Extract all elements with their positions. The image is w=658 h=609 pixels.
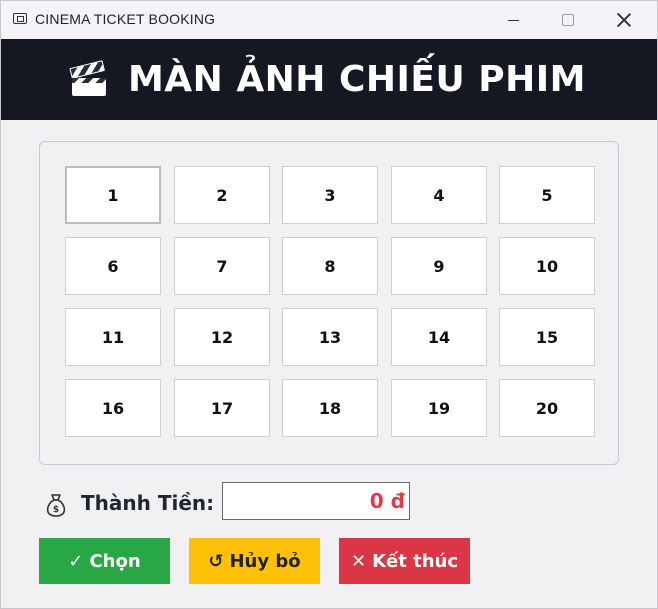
seat-button-17[interactable]: 17 <box>174 379 270 437</box>
title-bar[interactable]: CINEMA TICKET BOOKING <box>1 1 657 39</box>
choose-button[interactable]: ✓ Chọn <box>39 538 170 584</box>
seat-button-4[interactable]: 4 <box>391 166 487 224</box>
seat-button-11[interactable]: 11 <box>65 308 161 366</box>
undo-icon: ↺ <box>208 550 224 572</box>
header-banner: MÀN ẢNH CHIẾU PHIM <box>1 39 657 120</box>
seat-button-2[interactable]: 2 <box>174 166 270 224</box>
seat-button-9[interactable]: 9 <box>391 237 487 295</box>
exit-button[interactable]: ✕ Kết thúc <box>339 538 470 584</box>
seat-button-19[interactable]: 19 <box>391 379 487 437</box>
cancel-button[interactable]: ↺ Hủy bỏ <box>189 538 320 584</box>
choose-button-label: Chọn <box>89 550 141 572</box>
seat-button-5[interactable]: 5 <box>499 166 595 224</box>
seat-button-10[interactable]: 10 <box>499 237 595 295</box>
seat-button-1[interactable]: 1 <box>65 166 161 224</box>
total-label: Thành Tiền: <box>81 491 215 515</box>
maximize-icon <box>562 14 574 26</box>
clapperboard-icon <box>69 59 106 96</box>
seat-button-15[interactable]: 15 <box>499 308 595 366</box>
app-window: CINEMA TICKET BOOKING MÀN ẢNH CHIẾU PHIM… <box>0 0 658 609</box>
app-ticket-icon <box>13 13 27 24</box>
maximize-button[interactable] <box>545 1 591 39</box>
seat-button-12[interactable]: 12 <box>174 308 270 366</box>
seat-button-8[interactable]: 8 <box>282 237 378 295</box>
seat-button-16[interactable]: 16 <box>65 379 161 437</box>
total-amount-value: 0 đ <box>369 489 405 513</box>
seat-button-7[interactable]: 7 <box>174 237 270 295</box>
cancel-button-label: Hủy bỏ <box>229 550 301 572</box>
seat-grid-panel: 1 2 3 4 5 6 7 8 9 10 11 12 13 14 15 16 17 18 19 20 <box>39 141 619 465</box>
minimize-icon <box>507 19 519 21</box>
minimize-button[interactable] <box>490 1 536 39</box>
exit-button-label: Kết thúc <box>372 550 459 572</box>
seat-button-20[interactable]: 20 <box>499 379 595 437</box>
seat-button-14[interactable]: 14 <box>391 308 487 366</box>
seat-button-18[interactable]: 18 <box>282 379 378 437</box>
close-x-icon: ✕ <box>350 550 367 572</box>
seat-button-3[interactable]: 3 <box>282 166 378 224</box>
check-icon: ✓ <box>68 550 84 572</box>
total-amount-field: 0 đ <box>222 482 410 520</box>
close-button[interactable] <box>601 1 647 39</box>
page-title: MÀN ẢNH CHIẾU PHIM <box>127 59 587 100</box>
seat-button-13[interactable]: 13 <box>282 308 378 366</box>
svg-text:$: $ <box>53 505 59 515</box>
window-title: CINEMA TICKET BOOKING <box>35 11 216 27</box>
close-icon <box>617 13 631 27</box>
money-bag-icon: $ <box>46 494 66 517</box>
seat-button-6[interactable]: 6 <box>65 237 161 295</box>
